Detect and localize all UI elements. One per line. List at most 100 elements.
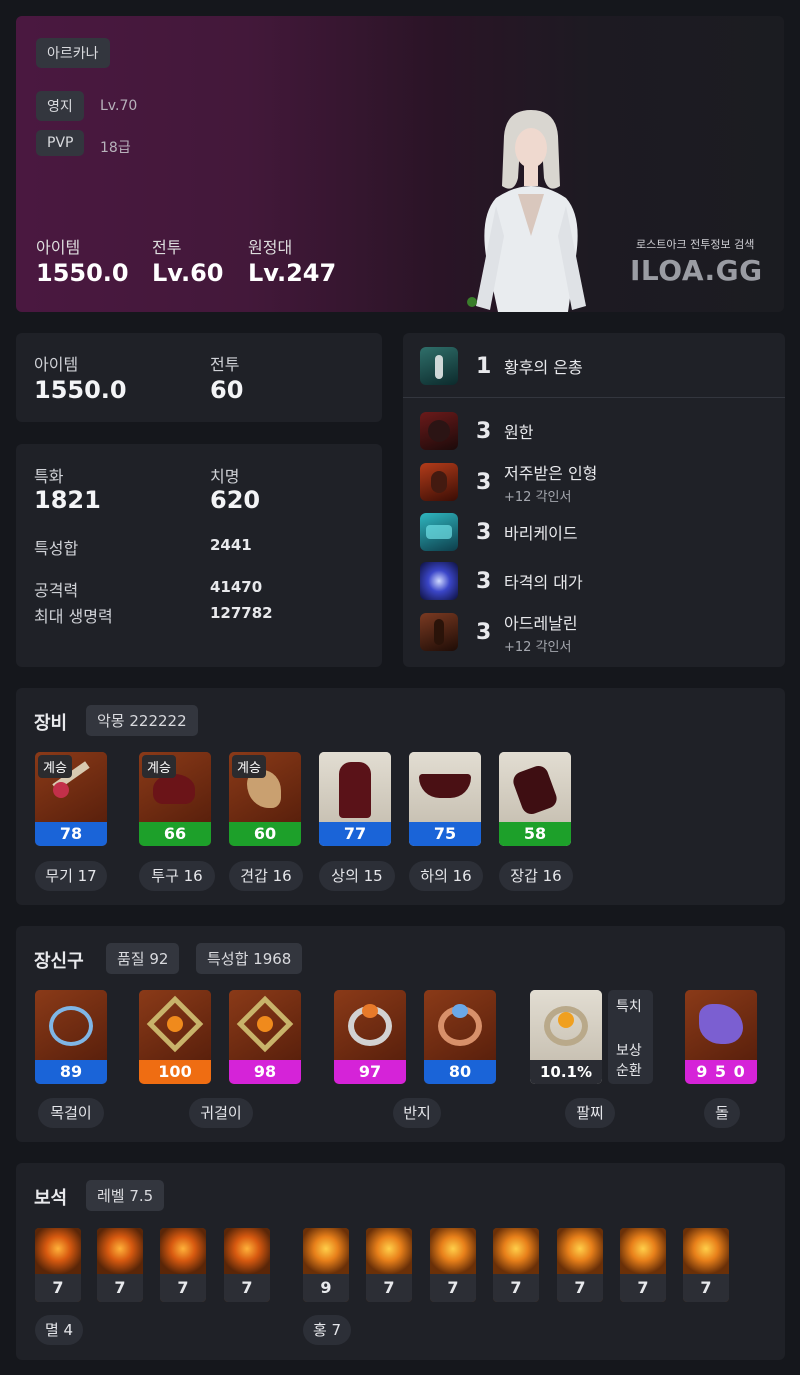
grudge-icon xyxy=(420,412,458,450)
annihilation-gem-slot[interactable]: 7 xyxy=(224,1228,270,1302)
stone-value: 9 5 0 xyxy=(685,1060,757,1084)
max-hp-value: 127782 xyxy=(210,604,273,622)
crimson-gem-slot[interactable]: 7 xyxy=(366,1228,412,1302)
quality-value: 80 xyxy=(424,1060,496,1084)
engraving-row[interactable]: 3 원한 xyxy=(420,411,533,451)
pvp-value: 18급 xyxy=(100,140,131,156)
crit-label: 치명 xyxy=(210,467,240,486)
pants-icon xyxy=(409,752,481,822)
crimson-gem-label: 홍 7 xyxy=(303,1315,351,1345)
engraving-row[interactable]: 1 황후의 은총 xyxy=(420,346,583,386)
attack-value: 41470 xyxy=(210,578,263,596)
equipment-label: 투구 16 xyxy=(139,861,215,891)
quality-value: 77 xyxy=(319,822,391,846)
accessory-slot[interactable]: 80 xyxy=(424,990,496,1084)
engraving-level: 3 xyxy=(476,469,492,495)
ring-icon xyxy=(424,990,496,1060)
item-level-label: 아이템 xyxy=(36,238,81,257)
gem-level: 7 xyxy=(493,1274,539,1302)
accessory-label: 돌 xyxy=(704,1098,740,1128)
annihilation-gem-slot[interactable]: 7 xyxy=(160,1228,206,1302)
engraving-level: 3 xyxy=(476,568,492,594)
quality-value: 58 xyxy=(499,822,571,846)
brand-tagline: 로스트아크 전투정보 검색 xyxy=(636,238,755,251)
stone-slot[interactable]: 9 5 0 xyxy=(685,990,757,1084)
accessory-label: 목걸이 xyxy=(38,1098,104,1128)
engraving-book: +12 각인서 xyxy=(504,639,572,655)
equipment-label: 상의 15 xyxy=(319,861,395,891)
crimson-gem-icon xyxy=(430,1228,476,1274)
estate-label: 영지 xyxy=(36,91,84,121)
hit-master-icon xyxy=(420,562,458,600)
equipment-slot[interactable]: 계승 66 xyxy=(139,752,211,846)
succession-tag: 계승 xyxy=(38,755,72,778)
equipment-slot[interactable]: 계승 60 xyxy=(229,752,301,846)
annihilation-gem-slot[interactable]: 7 xyxy=(35,1228,81,1302)
quality-value: 89 xyxy=(35,1060,107,1084)
crimson-gem-slot[interactable]: 7 xyxy=(493,1228,539,1302)
crimson-gem-slot[interactable]: 7 xyxy=(620,1228,666,1302)
crimson-gem-icon xyxy=(683,1228,729,1274)
quality-value: 78 xyxy=(35,822,107,846)
accessory-slot[interactable]: 100 xyxy=(139,990,211,1084)
adrenaline-icon xyxy=(420,613,458,651)
character-portrait xyxy=(467,110,586,312)
quality-value: 60 xyxy=(229,822,301,846)
accessory-slot[interactable]: 98 xyxy=(229,990,301,1084)
gem-level: 7 xyxy=(160,1274,206,1302)
quality-value: 98 xyxy=(229,1060,301,1084)
engraving-level: 3 xyxy=(476,619,492,645)
engraving-row[interactable]: 3 바리케이드 xyxy=(420,512,578,552)
bracelet-icon xyxy=(530,990,602,1060)
cursed-doll-icon xyxy=(420,463,458,501)
max-hp-label: 최대 생명력 xyxy=(34,607,113,626)
equipment-card: 장비 악몽 222222 xyxy=(16,688,785,905)
quality-value: 97 xyxy=(334,1060,406,1084)
stone-icon xyxy=(685,990,757,1060)
equipment-label: 무기 17 xyxy=(35,861,107,891)
accessory-slot[interactable]: 89 xyxy=(35,990,107,1084)
total-stat-value: 2441 xyxy=(210,536,252,554)
accessory-slot[interactable]: 97 xyxy=(334,990,406,1084)
bracelet-slot[interactable]: 10.1% xyxy=(530,990,602,1084)
spec-label: 특화 xyxy=(34,467,64,486)
gem-level: 7 xyxy=(97,1274,143,1302)
annihilation-gem-label: 멸 4 xyxy=(35,1315,83,1345)
pvp-label: PVP xyxy=(36,130,85,156)
section-title: 보석 xyxy=(34,1188,68,1209)
crimson-gem-slot[interactable]: 7 xyxy=(683,1228,729,1302)
engraving-row[interactable]: 3 타격의 대가 xyxy=(420,561,583,601)
gem-level: 9 xyxy=(303,1274,349,1302)
equipment-slot[interactable]: 58 xyxy=(499,752,571,846)
annihilation-gem-slot[interactable]: 7 xyxy=(97,1228,143,1302)
stats-card: 특화 1821 치명 620 특성합 2441 공격력 41470 최대 생명력… xyxy=(16,444,382,667)
crit-value: 620 xyxy=(210,486,261,514)
engraving-row[interactable]: 3 아드레날린 +12 각인서 xyxy=(420,612,578,655)
crimson-gem-slot[interactable]: 9 xyxy=(303,1228,349,1302)
engraving-book: +12 각인서 xyxy=(504,489,572,505)
equipment-slot[interactable]: 계승 78 xyxy=(35,752,107,846)
combat-level-label: 전투 xyxy=(210,355,240,374)
crimson-gem-slot[interactable]: 7 xyxy=(557,1228,603,1302)
total-stat-label: 특성합 xyxy=(34,539,79,558)
annihilation-gem-icon xyxy=(160,1228,206,1274)
combat-level-value: Lv.60 xyxy=(152,259,224,287)
empress-grace-icon xyxy=(420,347,458,385)
combat-level-label: 전투 xyxy=(152,238,182,257)
level-card: 아이템 1550.0 전투 60 xyxy=(16,333,382,422)
quality-value: 66 xyxy=(139,822,211,846)
equipment-slot[interactable]: 77 xyxy=(319,752,391,846)
engraving-name: 황후의 은총 xyxy=(504,358,583,377)
accessory-label: 귀걸이 xyxy=(189,1098,253,1128)
engraving-row[interactable]: 3 저주받은 인형 +12 각인서 xyxy=(420,462,597,505)
succession-tag: 계승 xyxy=(142,755,176,778)
barricade-icon xyxy=(420,513,458,551)
equipment-label: 장갑 16 xyxy=(499,861,573,891)
equipment-slot[interactable]: 75 xyxy=(409,752,481,846)
gem-level: 7 xyxy=(683,1274,729,1302)
bracelet-effect: 순환 xyxy=(616,1063,642,1079)
item-level-value: 1550.0 xyxy=(34,376,127,404)
engraving-name: 원한 xyxy=(504,423,534,442)
bracelet-value: 10.1% xyxy=(530,1060,602,1084)
crimson-gem-slot[interactable]: 7 xyxy=(430,1228,476,1302)
